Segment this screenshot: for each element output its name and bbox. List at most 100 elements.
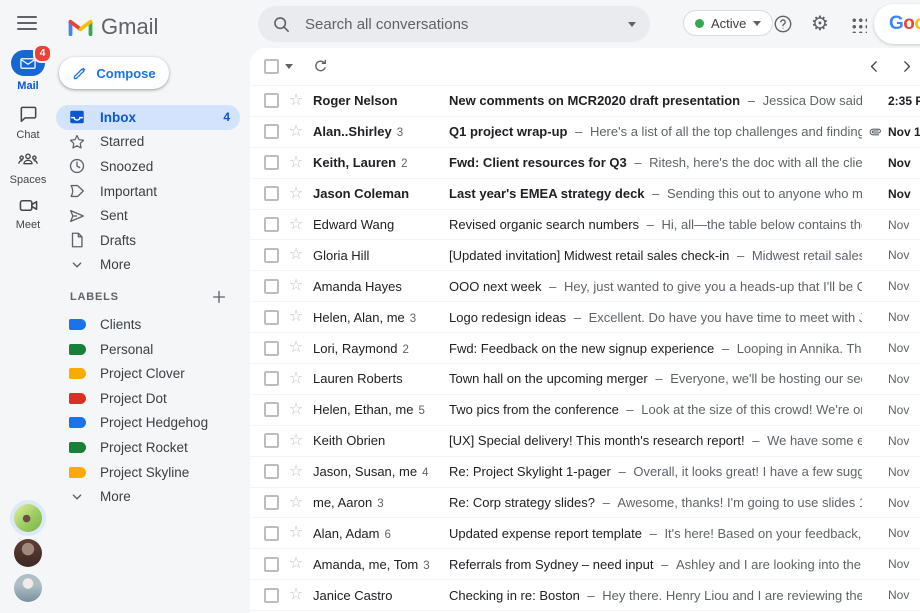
email-row[interactable]: ☆ Jason, Susan, me 4 Re: Project Skyligh… — [250, 457, 920, 488]
email-row[interactable]: ☆ Amanda Hayes OOO next week – Hey, just… — [250, 271, 920, 303]
star-icon[interactable]: ☆ — [287, 247, 305, 263]
row-checkbox[interactable] — [264, 495, 279, 511]
row-checkbox[interactable] — [264, 247, 279, 263]
sidebar-label-project-rocket[interactable]: Project Rocket — [56, 435, 240, 460]
older-page-chevron-right-icon[interactable] — [898, 58, 915, 75]
sender-cell: Roger Nelson — [313, 93, 449, 108]
star-icon[interactable]: ☆ — [287, 525, 305, 541]
sidebar-item-drafts[interactable]: Drafts — [56, 228, 240, 253]
email-row[interactable]: ☆ Alan, Adam 6 Updated expense report te… — [250, 518, 920, 550]
rail-item-meet[interactable]: Meet — [0, 196, 56, 231]
row-checkbox[interactable] — [264, 525, 279, 541]
gmail-wordmark: Gmail — [101, 14, 159, 39]
subject-cell: Town hall on the upcoming merger – Every… — [449, 371, 862, 386]
row-checkbox[interactable] — [264, 433, 279, 449]
sidebar-item-more[interactable]: More — [56, 253, 240, 278]
row-checkbox[interactable] — [264, 309, 279, 325]
star-icon[interactable]: ☆ — [287, 154, 305, 171]
star-icon[interactable]: ☆ — [287, 92, 305, 109]
refresh-icon[interactable] — [312, 58, 329, 75]
gmail-logo-icon — [68, 17, 93, 37]
row-checkbox[interactable] — [264, 556, 279, 572]
email-row[interactable]: ☆ Janice Castro Checking in re: Boston –… — [250, 580, 920, 612]
gmail-brand[interactable]: Gmail — [56, 0, 250, 42]
star-icon[interactable]: ☆ — [287, 340, 305, 356]
row-checkbox[interactable] — [264, 124, 279, 140]
star-icon[interactable]: ☆ — [287, 556, 305, 572]
search-options-caret-icon[interactable] — [628, 21, 636, 27]
snippet: Ashley and I are looking into the Sydney… — [675, 556, 862, 572]
email-row[interactable]: ☆ Edward Wang Revised organic search num… — [250, 210, 920, 241]
sidebar-item-important[interactable]: Important — [56, 179, 240, 204]
email-row[interactable]: ☆ me, Aaron 3 Re: Corp strategy slides? … — [250, 488, 920, 519]
star-icon[interactable]: ☆ — [287, 401, 305, 418]
email-row[interactable]: ☆ Helen, Ethan, me 5 Two pics from the c… — [250, 395, 920, 426]
row-checkbox[interactable] — [264, 155, 279, 171]
row-checkbox[interactable] — [264, 93, 279, 109]
newer-page-chevron-left-icon[interactable] — [866, 58, 883, 75]
row-checkbox[interactable] — [264, 464, 279, 480]
sidebar-label-project-skyline[interactable]: Project Skyline — [56, 460, 240, 485]
email-row[interactable]: ☆ Keith, Lauren 2 Fwd: Client resources … — [250, 148, 920, 179]
row-checkbox[interactable] — [264, 340, 279, 356]
sidebar-item-sent[interactable]: Sent — [56, 203, 240, 228]
date: Nov — [888, 279, 910, 294]
row-checkbox[interactable] — [264, 186, 279, 202]
apps-grid-button[interactable] — [846, 12, 870, 36]
hamburger-menu-icon[interactable] — [17, 16, 37, 30]
sidebar-label-project-hedgehog[interactable]: Project Hedgehog — [56, 411, 240, 436]
sidebar-label-project-dot[interactable]: Project Dot — [56, 386, 240, 411]
sidebar-item-snoozed[interactable]: Snoozed — [56, 154, 240, 179]
email-row[interactable]: ☆ Amanda, me, Tom 3 Referrals from Sydne… — [250, 549, 920, 581]
help-button[interactable] — [771, 12, 795, 36]
email-row[interactable]: ☆ Jason Coleman Last year's EMEA strateg… — [250, 179, 920, 210]
email-row[interactable]: ☆ Gloria Hill [Updated invitation] Midwe… — [250, 240, 920, 272]
email-row[interactable]: ☆ Lori, Raymond 2 Fwd: Feedback on the n… — [250, 333, 920, 365]
subject: Re: Corp strategy slides? — [449, 495, 595, 511]
row-checkbox[interactable] — [264, 587, 279, 603]
star-icon[interactable]: ☆ — [287, 216, 305, 233]
avatar[interactable] — [14, 504, 42, 532]
settings-gear-button[interactable]: ⚙ — [808, 12, 832, 36]
star-icon[interactable]: ☆ — [287, 587, 305, 603]
email-row[interactable]: ☆ Keith Obrien [UX] Special delivery! Th… — [250, 426, 920, 457]
star-icon[interactable]: ☆ — [287, 463, 305, 480]
sidebar-item-labels-more[interactable]: More — [56, 484, 240, 509]
star-icon[interactable]: ☆ — [287, 370, 305, 387]
star-icon[interactable]: ☆ — [287, 123, 305, 140]
status-selector[interactable]: Active — [683, 10, 774, 36]
star-icon[interactable]: ☆ — [287, 432, 305, 449]
star-icon[interactable]: ☆ — [287, 278, 305, 294]
sidebar-label-clients[interactable]: Clients — [56, 312, 240, 337]
row-checkbox[interactable] — [264, 278, 279, 294]
sidebar-label-personal[interactable]: Personal — [56, 337, 240, 362]
rail-item-spaces[interactable]: Spaces — [0, 150, 56, 186]
select-caret-icon[interactable] — [285, 64, 293, 69]
select-all-checkbox[interactable] — [264, 59, 279, 74]
star-icon[interactable]: ☆ — [287, 309, 305, 325]
email-row[interactable]: ☆ Lauren Roberts Town hall on the upcomi… — [250, 364, 920, 395]
google-account-pill[interactable]: Goog — [874, 4, 920, 44]
sidebar-item-inbox[interactable]: Inbox 4 — [56, 105, 240, 130]
search-input[interactable] — [303, 14, 628, 34]
sidebar-label-project-clover[interactable]: Project Clover — [56, 361, 240, 386]
avatar[interactable] — [14, 574, 42, 602]
email-row[interactable]: ☆ Roger Nelson New comments on MCR2020 d… — [250, 86, 920, 117]
search-bar[interactable] — [258, 6, 650, 42]
row-checkbox[interactable] — [264, 371, 279, 387]
star-icon[interactable]: ☆ — [287, 185, 305, 202]
snippet-separator: – — [645, 525, 661, 541]
status-dot — [695, 18, 704, 28]
rail-item-mail[interactable]: 4 Mail — [0, 44, 56, 92]
sidebar-item-starred[interactable]: Starred — [56, 130, 240, 155]
avatar[interactable] — [14, 539, 42, 567]
row-checkbox[interactable] — [264, 402, 279, 418]
email-row[interactable]: ☆ Helen, Alan, me 3 Logo redesign ideas … — [250, 302, 920, 334]
compose-button[interactable]: Compose — [59, 57, 169, 89]
rail-item-chat[interactable]: Chat — [0, 104, 56, 141]
star-icon[interactable]: ☆ — [287, 494, 305, 511]
row-checkbox[interactable] — [264, 217, 279, 232]
sender-cell: Alan..Shirley 3 — [313, 124, 449, 139]
add-label-plus-icon[interactable] — [210, 288, 228, 306]
email-row[interactable]: ☆ Alan..Shirley 3 Q1 project wrap-up – H… — [250, 117, 920, 148]
